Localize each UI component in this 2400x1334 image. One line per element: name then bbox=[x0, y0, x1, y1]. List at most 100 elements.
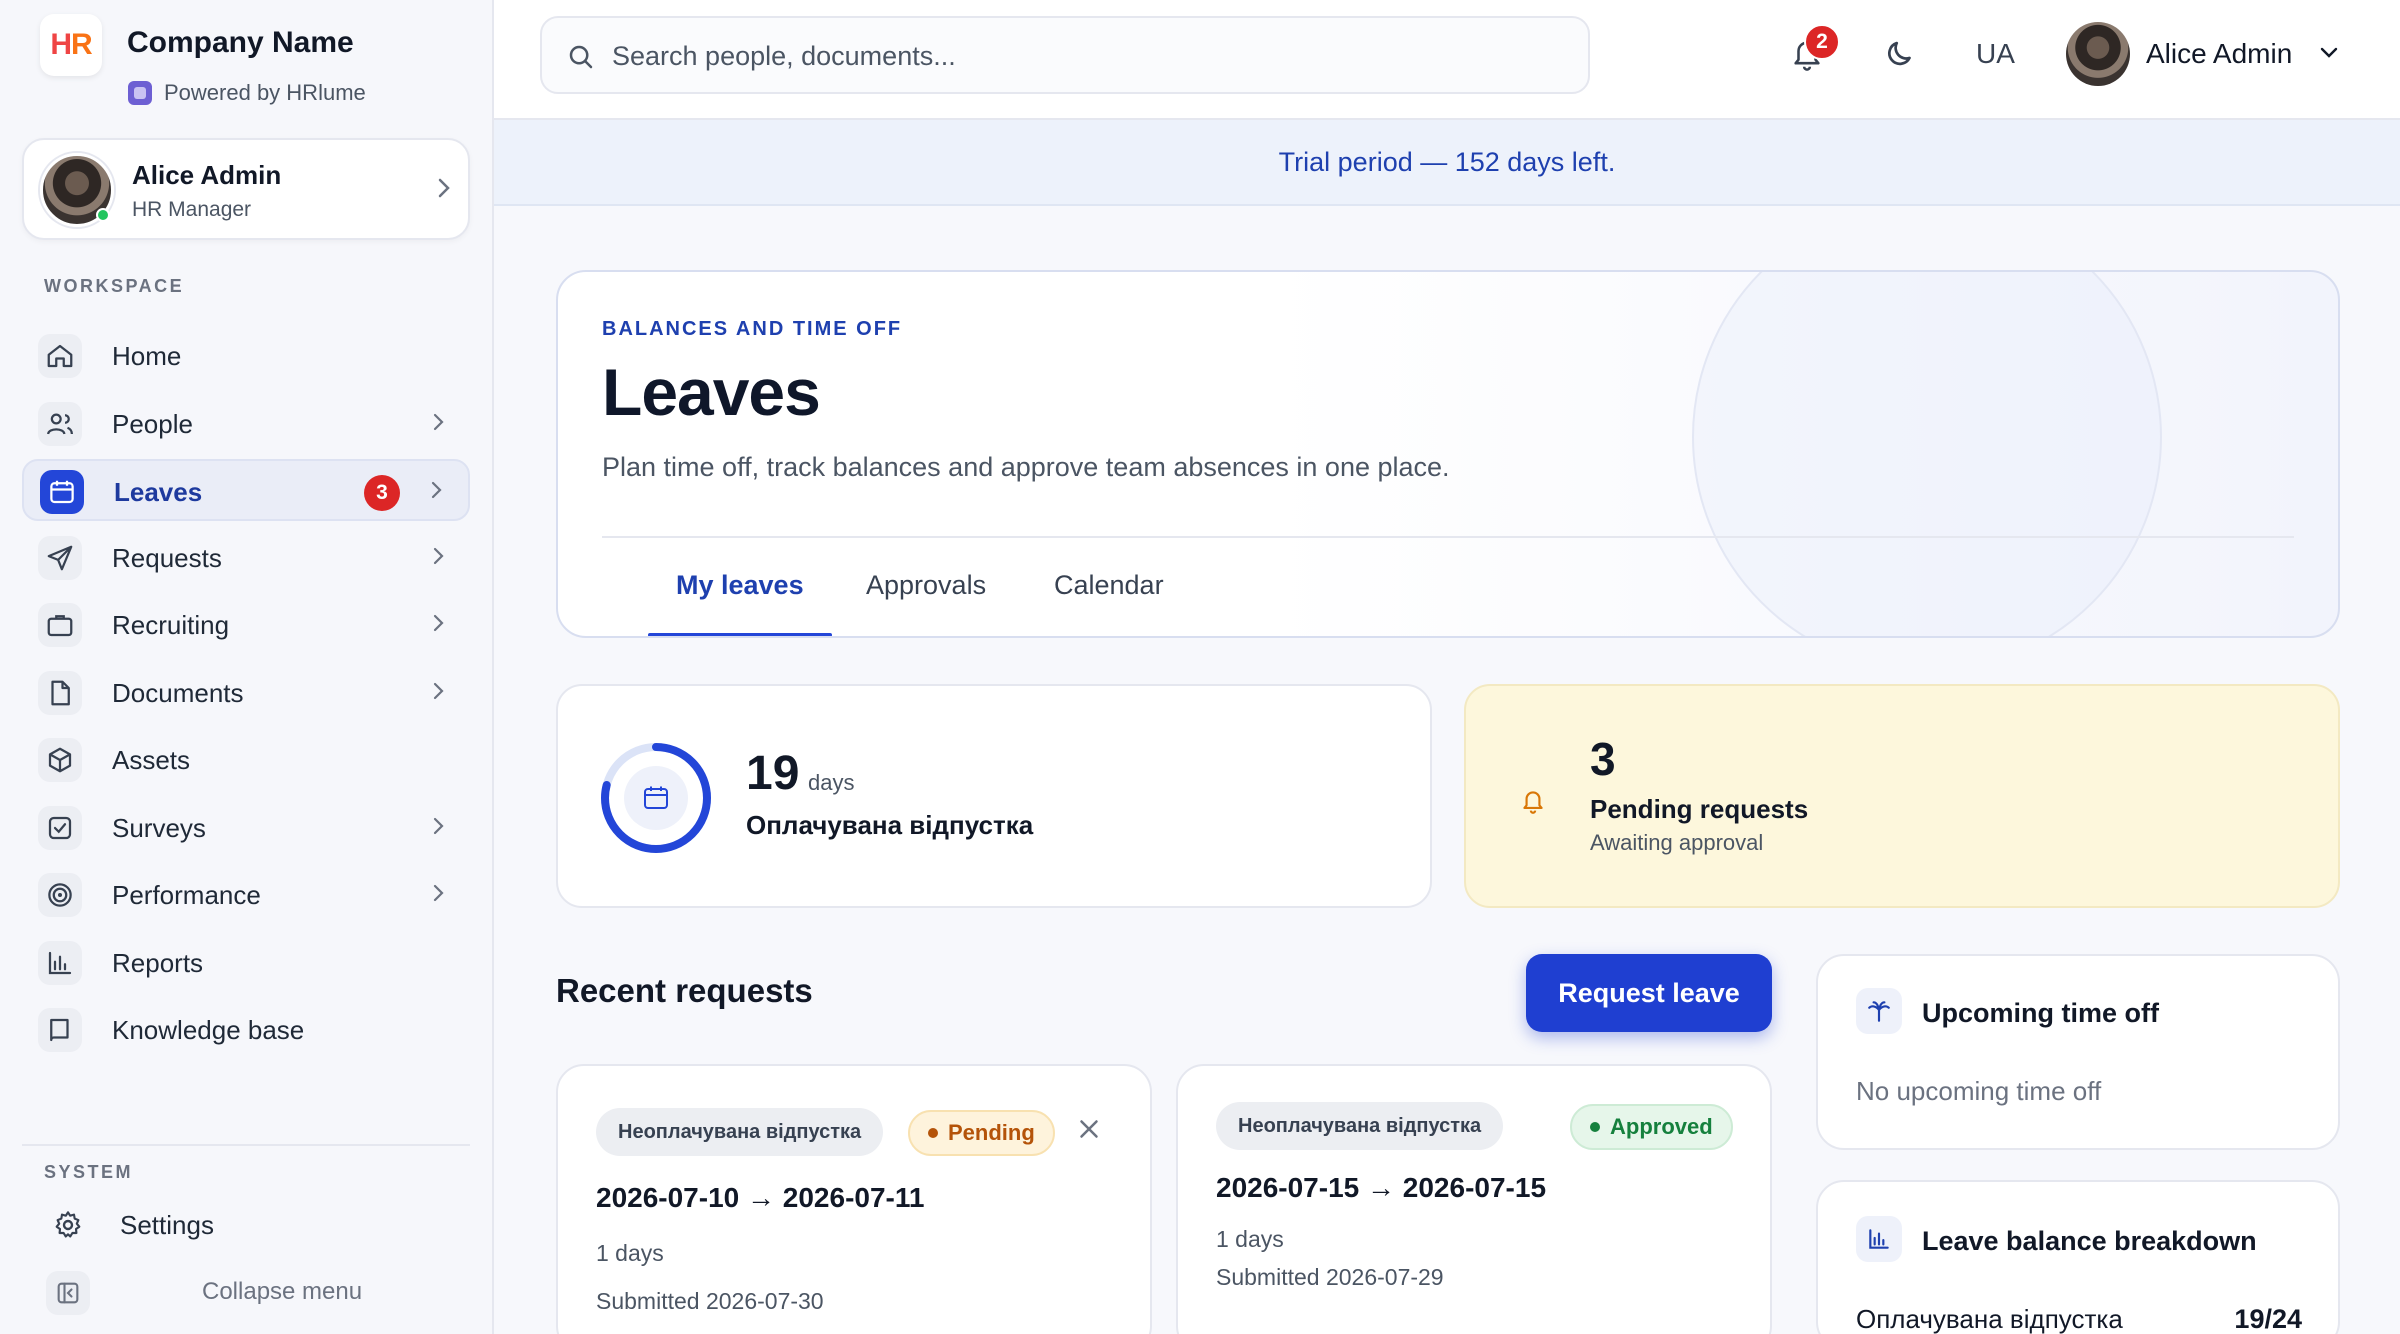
request-dates: 2026-07-15 → 2026-07-15 bbox=[1216, 1172, 1547, 1203]
chevron-right-icon bbox=[434, 174, 454, 209]
request-duration: 1 days bbox=[1216, 1226, 1284, 1252]
language-switcher[interactable]: UA bbox=[1976, 38, 2015, 70]
request-card[interactable]: Неоплачувана відпустка Pending 2026-07-1… bbox=[556, 1064, 1152, 1334]
chevron-down-icon[interactable] bbox=[2316, 36, 2342, 75]
workspace-section-label: WORKSPACE bbox=[44, 276, 185, 296]
sidebar-item-label: Documents bbox=[112, 678, 244, 708]
sidebar-item-label: Settings bbox=[120, 1210, 214, 1240]
brand[interactable]: HR bbox=[40, 14, 102, 76]
notifications-count-badge: 2 bbox=[1804, 24, 1840, 60]
user-card[interactable]: Alice Admin HR Manager bbox=[22, 138, 470, 240]
bar-chart-icon bbox=[1856, 1216, 1902, 1262]
chevron-right-icon bbox=[430, 676, 448, 713]
leave-balance-breakdown-panel: Leave balance breakdown Оплачувана відпу… bbox=[1816, 1180, 2340, 1334]
request-submitted: Submitted 2026-07-29 bbox=[1216, 1264, 1444, 1290]
sidebar-item-people[interactable]: People bbox=[22, 393, 470, 455]
sidebar-item-label: Reports bbox=[112, 948, 204, 978]
bar-chart-icon bbox=[38, 941, 82, 985]
online-status-icon bbox=[96, 208, 110, 222]
chevron-right-icon bbox=[430, 608, 448, 645]
tabs-divider bbox=[602, 536, 2294, 538]
sidebar: HR Company Name Powered by HRlume Alice … bbox=[0, 0, 494, 1334]
sidebar-item-label: Recruiting bbox=[112, 610, 230, 640]
moon-icon[interactable] bbox=[1884, 36, 1918, 75]
tab-approvals[interactable]: Approvals bbox=[866, 570, 986, 601]
status-badge: Pending bbox=[908, 1110, 1055, 1156]
cancel-request-icon[interactable] bbox=[1074, 1114, 1104, 1153]
target-icon bbox=[38, 873, 82, 917]
upcoming-time-off-panel: Upcoming time off No upcoming time off bbox=[1816, 954, 2340, 1150]
company-logo: HR bbox=[40, 14, 102, 76]
send-icon bbox=[38, 536, 82, 580]
bell-icon bbox=[1520, 786, 1546, 821]
user-name: Alice Admin bbox=[132, 160, 282, 190]
balance-type-label: Оплачувана відпустка bbox=[746, 810, 1034, 840]
sidebar-collapse-icon bbox=[46, 1271, 90, 1315]
pending-subtitle: Awaiting approval bbox=[1590, 830, 1764, 855]
sidebar-item-surveys[interactable]: Surveys bbox=[22, 797, 470, 859]
sidebar-item-reports[interactable]: Reports bbox=[22, 932, 470, 994]
sidebar-item-label: Surveys bbox=[112, 813, 206, 843]
search-icon bbox=[566, 42, 596, 77]
sidebar-item-label: People bbox=[112, 409, 193, 439]
leave-balance-card: 19 days Оплачувана відпустка bbox=[556, 684, 1432, 908]
hrlume-logo-icon bbox=[128, 81, 152, 105]
sidebar-item-label: Knowledge base bbox=[112, 1015, 305, 1045]
upcoming-empty-state: No upcoming time off bbox=[1856, 1076, 2102, 1106]
trial-banner: Trial period — 152 days left. bbox=[494, 120, 2400, 206]
chevron-right-icon bbox=[430, 541, 448, 578]
sidebar-item-label: Leaves bbox=[114, 477, 203, 507]
request-card[interactable]: Неоплачувана відпустка Approved 2026-07-… bbox=[1176, 1064, 1772, 1334]
sidebar-item-performance[interactable]: Performance bbox=[22, 864, 470, 926]
balance-days-unit: days bbox=[808, 770, 855, 795]
chevron-right-icon bbox=[430, 407, 448, 444]
sidebar-item-label: Assets bbox=[112, 745, 191, 775]
powered-by-label: Powered by HRlume bbox=[164, 80, 366, 105]
breakdown-row-value: 19/24 bbox=[2234, 1304, 2302, 1334]
sidebar-item-leaves[interactable]: Leaves 3 bbox=[22, 459, 470, 521]
sidebar-item-label: Requests bbox=[112, 543, 222, 573]
sidebar-item-recruiting[interactable]: Recruiting bbox=[22, 594, 470, 656]
box-icon bbox=[38, 738, 82, 782]
sidebar-item-label: Home bbox=[112, 341, 182, 371]
people-icon bbox=[38, 402, 82, 446]
user-role: HR Manager bbox=[132, 198, 252, 221]
briefcase-icon bbox=[38, 603, 82, 647]
page-title: Leaves bbox=[602, 355, 821, 429]
request-dates: 2026-07-10 → 2026-07-11 bbox=[596, 1182, 925, 1213]
sidebar-item-settings[interactable]: Settings bbox=[30, 1194, 470, 1256]
search-input[interactable] bbox=[612, 34, 1552, 78]
section-eyebrow: BALANCES AND TIME OFF bbox=[602, 318, 903, 340]
collapse-menu-label: Collapse menu bbox=[202, 1278, 363, 1305]
checkbox-icon bbox=[38, 806, 82, 850]
avatar[interactable] bbox=[2066, 22, 2130, 86]
breakdown-title: Leave balance breakdown bbox=[1922, 1226, 2257, 1256]
sidebar-item-knowledge-base[interactable]: Knowledge base bbox=[22, 999, 470, 1061]
status-label: Pending bbox=[948, 1120, 1035, 1145]
decorative-circle bbox=[1692, 272, 2162, 636]
balance-days-value: 19 bbox=[746, 747, 800, 800]
status-badge: Approved bbox=[1570, 1104, 1733, 1150]
sidebar-item-label: Performance bbox=[112, 880, 261, 910]
status-label: Approved bbox=[1610, 1114, 1713, 1139]
company-name: Company Name bbox=[127, 26, 354, 59]
calendar-icon bbox=[40, 470, 84, 514]
tab-calendar[interactable]: Calendar bbox=[1054, 570, 1164, 601]
pending-count: 3 bbox=[1590, 733, 1616, 785]
user-menu-name[interactable]: Alice Admin bbox=[2146, 38, 2292, 70]
search-bar[interactable] bbox=[540, 16, 1590, 94]
balance-progress-ring bbox=[601, 743, 711, 853]
sidebar-item-requests[interactable]: Requests bbox=[22, 527, 470, 589]
sidebar-item-home[interactable]: Home bbox=[22, 325, 470, 387]
pending-title: Pending requests bbox=[1590, 794, 1809, 824]
sidebar-item-documents[interactable]: Documents bbox=[22, 662, 470, 724]
request-duration: 1 days bbox=[596, 1240, 664, 1266]
leave-type-chip: Неоплачувана відпустка bbox=[1216, 1102, 1504, 1150]
sidebar-item-assets[interactable]: Assets bbox=[22, 729, 470, 791]
request-submitted: Submitted 2026-07-30 bbox=[596, 1288, 824, 1314]
request-leave-button[interactable]: Request leave bbox=[1526, 954, 1772, 1032]
pending-requests-card[interactable]: 3 Pending requests Awaiting approval bbox=[1464, 684, 2340, 908]
gear-icon bbox=[46, 1203, 90, 1247]
tab-my-leaves[interactable]: My leaves bbox=[676, 570, 804, 601]
topbar: 2 UA Alice Admin bbox=[494, 0, 2400, 120]
